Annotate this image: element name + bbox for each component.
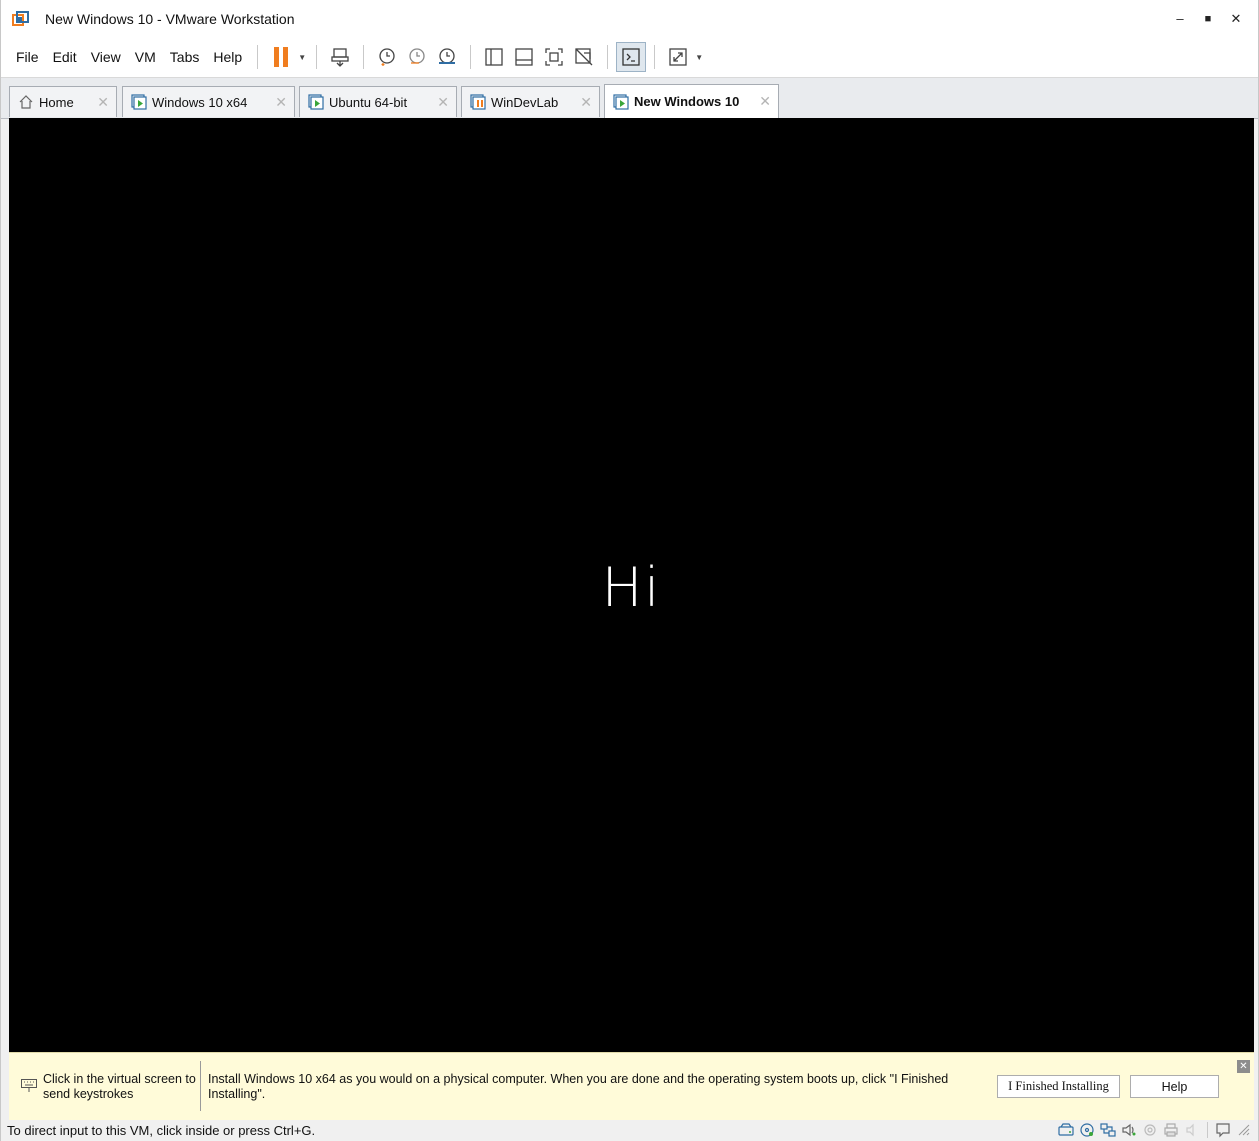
take-snapshot-icon bbox=[379, 48, 395, 66]
console-view-icon bbox=[622, 48, 640, 66]
close-button[interactable]: ✕ bbox=[1222, 5, 1250, 33]
tab-close-icon[interactable]: ✕ bbox=[580, 94, 592, 111]
vm-running-icon bbox=[308, 94, 324, 110]
guest-greeting-text: Hi bbox=[601, 556, 662, 619]
revert-snapshot-button[interactable] bbox=[402, 42, 432, 72]
tab-strip: Home ✕ Windows 10 x64 ✕ Ubuntu 64-bit ✕ … bbox=[1, 78, 1258, 119]
maximize-button[interactable]: ■ bbox=[1194, 5, 1222, 33]
show-library-button[interactable] bbox=[479, 42, 509, 72]
window-controls: – ■ ✕ bbox=[1166, 0, 1250, 37]
home-icon bbox=[19, 95, 33, 109]
menu-file[interactable]: File bbox=[16, 37, 46, 77]
tab-windows-10-x64[interactable]: Windows 10 x64 ✕ bbox=[122, 86, 295, 117]
snapshot-manager-icon bbox=[439, 48, 456, 64]
device-status-icons bbox=[1058, 1122, 1252, 1138]
status-separator bbox=[1207, 1122, 1208, 1138]
toolbar-separator bbox=[470, 45, 472, 69]
vm-console-screen[interactable]: Hi bbox=[9, 118, 1254, 1052]
sound-card-icon[interactable] bbox=[1121, 1122, 1137, 1138]
usb-controller-icon[interactable] bbox=[1142, 1122, 1158, 1138]
toolbar-separator bbox=[363, 45, 365, 69]
help-button[interactable]: Help bbox=[1130, 1075, 1219, 1098]
vm-running-icon bbox=[131, 94, 147, 110]
keystroke-hint-text: Click in the virtual screen to send keys… bbox=[43, 1072, 196, 1101]
display-icon[interactable] bbox=[1184, 1122, 1200, 1138]
full-screen-icon bbox=[545, 48, 563, 66]
pause-button[interactable] bbox=[266, 42, 296, 72]
status-bar: To direct input to this VM, click inside… bbox=[1, 1120, 1258, 1141]
tab-new-windows-10[interactable]: New Windows 10 ✕ bbox=[604, 84, 779, 118]
tab-label: Ubuntu 64-bit bbox=[329, 94, 408, 110]
keyboard-icon bbox=[21, 1079, 37, 1092]
tab-ubuntu-64-bit[interactable]: Ubuntu 64-bit ✕ bbox=[299, 86, 457, 117]
take-snapshot-button[interactable] bbox=[372, 42, 402, 72]
toolbar-separator bbox=[257, 45, 259, 69]
vmware-app-icon[interactable] bbox=[12, 10, 30, 27]
stretch-guest-icon bbox=[669, 48, 687, 66]
printer-icon[interactable] bbox=[1163, 1122, 1179, 1138]
minimize-button[interactable]: – bbox=[1166, 5, 1194, 33]
install-hint-bar: Click in the virtual screen to send keys… bbox=[9, 1052, 1254, 1120]
toolbar-separator bbox=[316, 45, 318, 69]
menu-help[interactable]: Help bbox=[206, 37, 249, 77]
power-dropdown-chevron-icon[interactable]: ▼ bbox=[296, 42, 308, 72]
title-bar[interactable]: New Windows 10 - VMware Workstation – ■ … bbox=[1, 0, 1258, 37]
vmware-window: New Windows 10 - VMware Workstation – ■ … bbox=[0, 0, 1259, 1141]
menu-toolbar: File Edit View VM Tabs Help ▼ ▼ bbox=[1, 37, 1258, 78]
toolbar-separator bbox=[654, 45, 656, 69]
tab-label: Home bbox=[39, 94, 74, 110]
tab-close-icon[interactable]: ✕ bbox=[275, 94, 287, 111]
stretch-guest-button[interactable] bbox=[663, 42, 693, 72]
hint-divider bbox=[200, 1061, 201, 1111]
snapshot-manager-button[interactable] bbox=[432, 42, 462, 72]
vm-running-icon bbox=[613, 93, 629, 110]
menu-view[interactable]: View bbox=[84, 37, 128, 77]
message-log-icon[interactable] bbox=[1215, 1122, 1231, 1138]
menu-edit[interactable]: Edit bbox=[46, 37, 84, 77]
tab-label: WinDevLab bbox=[491, 94, 559, 110]
hard-disk-icon[interactable] bbox=[1058, 1122, 1074, 1138]
resize-grip-icon[interactable] bbox=[1236, 1122, 1252, 1138]
tab-windevlab[interactable]: WinDevLab ✕ bbox=[461, 86, 600, 117]
cd-dvd-icon[interactable] bbox=[1079, 1122, 1095, 1138]
network-adapter-icon[interactable] bbox=[1100, 1122, 1116, 1138]
full-screen-button[interactable] bbox=[539, 42, 569, 72]
tab-label: New Windows 10 bbox=[634, 94, 740, 109]
tab-close-icon[interactable]: ✕ bbox=[759, 93, 771, 110]
unity-button[interactable] bbox=[569, 42, 599, 72]
window-title: New Windows 10 - VMware Workstation bbox=[45, 10, 295, 27]
menu-tabs[interactable]: Tabs bbox=[163, 37, 207, 77]
console-view-button[interactable] bbox=[616, 42, 647, 72]
send-ctrl-alt-del-button[interactable] bbox=[325, 42, 355, 72]
toolbar-separator bbox=[607, 45, 609, 69]
i-finished-installing-button[interactable]: I Finished Installing bbox=[997, 1075, 1120, 1098]
install-instructions-text: Install Windows 10 x64 as you would on a… bbox=[208, 1072, 949, 1101]
status-message: To direct input to this VM, click inside… bbox=[7, 1123, 316, 1138]
hint-close-icon[interactable]: ✕ bbox=[1237, 1060, 1250, 1073]
vm-paused-icon bbox=[470, 94, 486, 110]
tab-label: Windows 10 x64 bbox=[152, 94, 248, 110]
revert-snapshot-icon bbox=[409, 48, 425, 64]
show-library-icon bbox=[485, 48, 503, 66]
stretch-dropdown-chevron-icon[interactable]: ▼ bbox=[693, 42, 705, 72]
unity-icon bbox=[575, 48, 593, 66]
tab-close-icon[interactable]: ✕ bbox=[97, 94, 109, 111]
show-thumbnail-bar-icon bbox=[515, 48, 533, 66]
tab-home[interactable]: Home ✕ bbox=[9, 86, 117, 117]
tab-close-icon[interactable]: ✕ bbox=[437, 94, 449, 111]
send-ctrl-alt-del-icon bbox=[331, 48, 349, 67]
pause-icon bbox=[274, 47, 289, 67]
show-thumbnail-bar-button[interactable] bbox=[509, 42, 539, 72]
menu-vm[interactable]: VM bbox=[128, 37, 163, 77]
